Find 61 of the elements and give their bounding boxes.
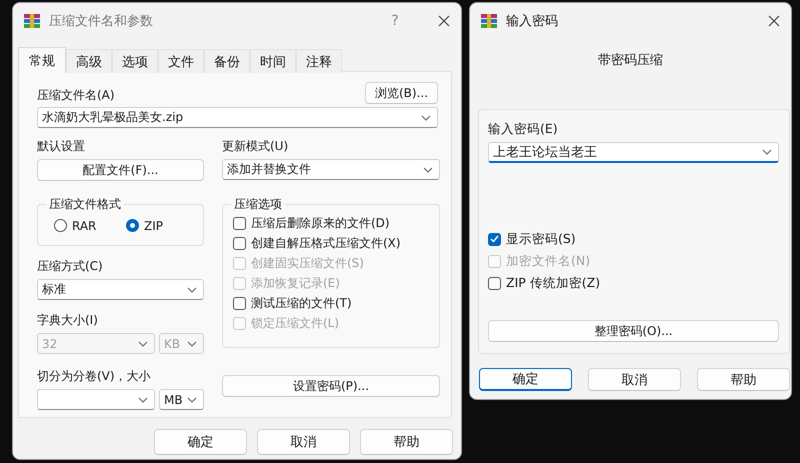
checkbox-label[interactable]: 显示密码(S) xyxy=(506,230,576,248)
chevron-down-icon xyxy=(138,396,148,402)
chevron-down-icon xyxy=(421,114,431,120)
radio-button[interactable] xyxy=(54,219,67,232)
dialog-heading: 带密码压缩 xyxy=(597,52,664,69)
dialog-button[interactable]: 确定 xyxy=(479,368,572,391)
checkbox[interactable] xyxy=(233,216,246,230)
tab[interactable]: 常规 xyxy=(18,47,66,73)
browse-button[interactable]: 浏览(B)... xyxy=(365,82,438,104)
close-icon[interactable] xyxy=(437,14,451,28)
field-label: 切分为分卷(V)，大小 xyxy=(37,368,152,385)
set-password-button[interactable]: 设置密码(P)... xyxy=(222,375,440,397)
chevron-down-icon xyxy=(187,396,197,402)
group-label: 压缩选项 xyxy=(231,196,285,213)
dialog-button[interactable]: 帮助 xyxy=(360,429,453,455)
field-label: 更新模式(U) xyxy=(222,138,290,155)
dialog-button[interactable]: 确定 xyxy=(154,429,247,455)
radio-button[interactable] xyxy=(126,219,139,232)
window-title: 压缩文件名和参数 xyxy=(49,13,154,30)
radio-label[interactable]: RAR xyxy=(72,218,96,232)
checkbox[interactable] xyxy=(233,236,246,250)
tab[interactable]: 时间 xyxy=(250,49,296,73)
chevron-down-icon xyxy=(187,286,197,292)
field-label: 字典大小(I) xyxy=(37,312,99,329)
checkbox[interactable] xyxy=(233,296,246,310)
tab[interactable]: 注释 xyxy=(296,49,342,73)
close-icon[interactable] xyxy=(767,14,781,28)
tab[interactable]: 文件 xyxy=(158,49,204,73)
dialog-button[interactable]: 取消 xyxy=(257,429,350,455)
chevron-down-icon xyxy=(187,340,197,346)
field-label: 压缩方式(C) xyxy=(37,258,104,275)
dialog-button[interactable]: 取消 xyxy=(588,368,681,391)
tab[interactable]: 高级 xyxy=(66,49,112,73)
chevron-down-icon xyxy=(762,149,772,155)
update-mode-dropdown[interactable]: 添加并替换文件 xyxy=(222,159,440,180)
checkbox[interactable] xyxy=(488,276,501,290)
checkbox-label[interactable]: ZIP 传统加密(Z) xyxy=(506,274,600,292)
field-label: 默认设置 xyxy=(37,138,86,155)
checkbox-label[interactable]: 压缩后删除原来的文件(D) xyxy=(251,214,390,232)
checkbox-label[interactable]: 创建自解压格式压缩文件(X) xyxy=(251,234,401,252)
chevron-down-icon xyxy=(138,340,148,346)
compression-method-dropdown[interactable]: 标准 xyxy=(37,279,204,300)
group-label: 压缩文件格式 xyxy=(46,196,124,213)
checkbox-label[interactable]: 测试压缩的文件(T) xyxy=(251,294,352,312)
book-stack-icon xyxy=(23,12,41,30)
organize-passwords-button[interactable]: 整理密码(O)... xyxy=(488,320,779,342)
checkbox[interactable] xyxy=(488,232,501,246)
password-field[interactable]: 上老王论坛当老王 xyxy=(488,142,779,163)
profiles-button[interactable]: 配置文件(F)... xyxy=(37,159,204,181)
window-title: 输入密码 xyxy=(506,13,559,30)
field-label: 压缩文件名(A) xyxy=(37,87,115,104)
dialog-button[interactable]: 帮助 xyxy=(697,368,790,391)
tab[interactable]: 选项 xyxy=(112,49,158,73)
book-stack-icon xyxy=(480,12,498,30)
chevron-down-icon xyxy=(423,166,433,172)
archive-name-field[interactable]: 水滴奶大乳晕极品美女.zip xyxy=(37,107,438,128)
size-unit-dropdown[interactable]: MB xyxy=(159,389,204,410)
field-label: 输入密码(E) xyxy=(488,121,559,138)
tab[interactable]: 备份 xyxy=(204,49,250,73)
radio-label[interactable]: ZIP xyxy=(144,218,163,232)
volume-size-dropdown[interactable] xyxy=(37,389,155,410)
